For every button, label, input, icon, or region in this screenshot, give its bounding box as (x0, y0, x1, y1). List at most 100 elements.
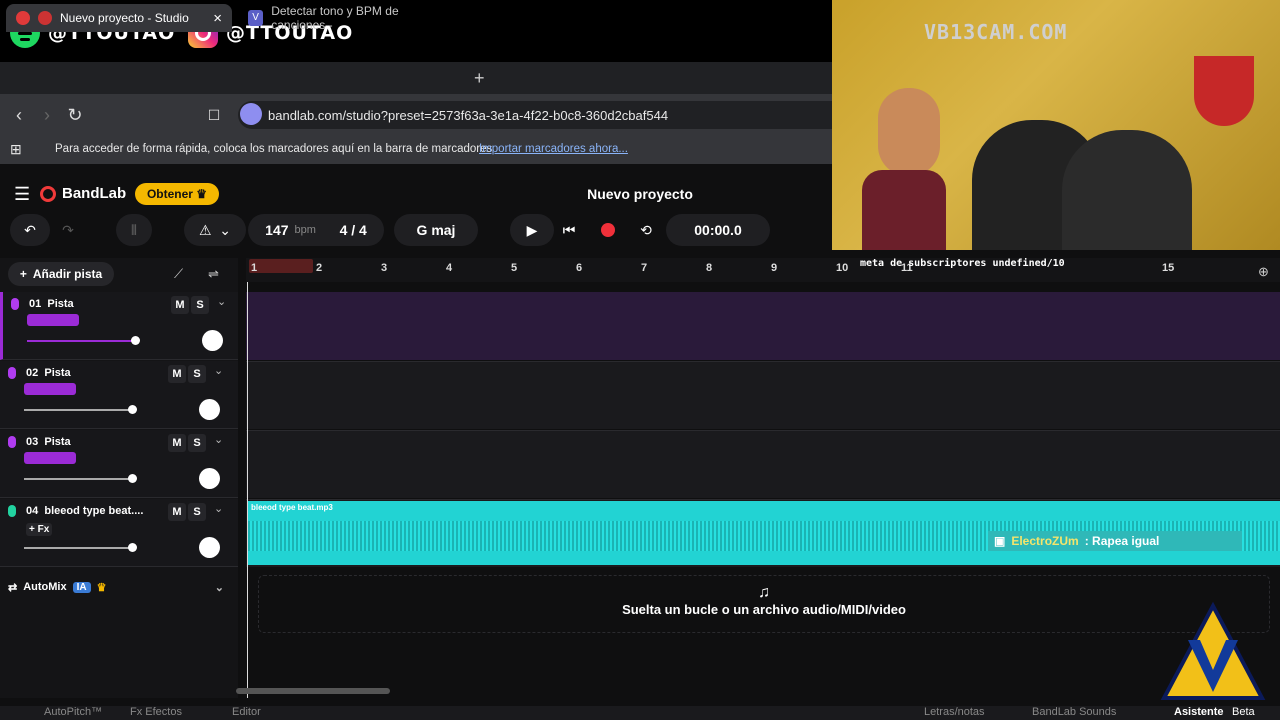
record-button[interactable] (592, 214, 624, 246)
bookmark-icon[interactable]: ☐ (203, 104, 225, 126)
import-bookmarks-link[interactable]: Importar marcadores ahora... (479, 143, 628, 155)
drop-zone[interactable]: ♫ Suelta un bucle o un archivo audio/MID… (258, 575, 1270, 633)
tab-label: Nuevo proyecto - Studio (60, 11, 189, 25)
solo-button[interactable]: S (188, 434, 206, 452)
add-track-button[interactable]: + Añadir pista (8, 262, 114, 286)
bar-number: 10 (836, 262, 849, 274)
fx-button[interactable]: + Fx (26, 523, 53, 536)
bar-number: 5 (511, 262, 518, 274)
mute-button[interactable]: M (168, 503, 186, 521)
track-name[interactable]: 02 Pista (26, 367, 71, 379)
bpm-value[interactable]: 147 (265, 222, 288, 238)
tuner-icon[interactable]: ⟋ (174, 266, 183, 282)
track-row[interactable]: 04 bleeod type beat.... + Fx M S ⌄ (0, 499, 238, 567)
track-lane[interactable] (246, 292, 1280, 360)
automix-row[interactable]: ⇄ AutoMix IA ♛ ⌄ (0, 574, 238, 600)
bar-number: 4 (446, 262, 453, 274)
volume-slider[interactable] (24, 409, 134, 411)
instrument-tag[interactable] (27, 314, 79, 326)
key-selector[interactable]: G maj (394, 214, 478, 246)
track-name-text: Pista (44, 367, 71, 379)
rewind-button[interactable]: ⏮ (554, 214, 584, 246)
effects-button[interactable]: Fx Efectos (130, 706, 182, 718)
tempo-timesig[interactable]: 147 bpm 4 / 4 (248, 214, 384, 246)
keyboard-icon[interactable]: ⦀ (116, 214, 152, 246)
audio-icon (8, 505, 16, 517)
pan-knob[interactable] (199, 468, 220, 489)
solo-button[interactable]: S (188, 503, 206, 521)
mic-icon (8, 436, 16, 448)
track-name[interactable]: 01 Pista (29, 298, 74, 310)
chevron-down-icon[interactable]: ⌄ (215, 581, 224, 594)
menu-icon[interactable]: ☰ (14, 184, 30, 205)
pan-knob[interactable] (199, 537, 220, 558)
chevron-down-icon[interactable]: ⌄ (217, 295, 226, 308)
lyrics-button[interactable]: Letras/notas (924, 706, 985, 718)
bookmark-hint: Para acceder de forma rápida, coloca los… (55, 143, 493, 155)
chevron-down-icon[interactable]: ⌄ (214, 502, 223, 515)
chat-message: ▣ ElectroZUm : Rapea igual (988, 531, 1242, 551)
volume-slider[interactable] (24, 478, 134, 480)
solo-button[interactable]: S (191, 296, 209, 314)
record-icon (601, 223, 615, 237)
back-icon[interactable]: ‹ (8, 104, 30, 126)
apps-grid-icon[interactable]: ⊞ (10, 141, 22, 158)
track-number: 01 (29, 298, 42, 310)
tab-detectar[interactable]: V Detectar tono y BPM de canciones - (238, 4, 464, 32)
volume-slider[interactable] (27, 340, 137, 342)
close-tab-icon[interactable]: × (213, 10, 222, 27)
reload-icon[interactable]: ↻ (64, 104, 86, 126)
chevron-down-icon[interactable]: ⌄ (214, 433, 223, 446)
mute-button[interactable]: M (168, 365, 186, 383)
url-field[interactable]: bandlab.com/studio?preset=2573f63a-3e1a-… (238, 101, 832, 129)
redo-button[interactable]: ↷ (50, 214, 86, 246)
chevron-down-icon[interactable]: ⌄ (214, 364, 223, 377)
url-text: bandlab.com/studio?preset=2573f63a-3e1a-… (268, 107, 669, 123)
loop-region[interactable] (249, 259, 313, 273)
person (1062, 130, 1192, 250)
track-row[interactable]: 03 Pista M S ⌄ (0, 430, 238, 498)
chat-icon: ▣ (994, 534, 1006, 548)
pan-knob[interactable] (202, 330, 223, 351)
volume-handle[interactable] (128, 543, 137, 552)
new-tab-button[interactable]: + (474, 68, 485, 89)
track-lane[interactable] (246, 430, 1280, 498)
time-signature[interactable]: 4 / 4 (340, 222, 367, 238)
instrument-tag[interactable] (24, 383, 76, 395)
settings-icon[interactable]: ⇌ (208, 266, 219, 282)
volume-slider[interactable] (24, 547, 134, 549)
forward-icon[interactable]: › (36, 104, 58, 126)
vocalremover-favicon-icon: V (248, 10, 264, 26)
bottom-toolbar: AutoPitch™ Fx Efectos Editor Letras/nota… (0, 706, 1280, 720)
bandlab-logo-icon (40, 185, 56, 202)
loop-button[interactable]: ⟲ (630, 214, 662, 246)
mute-button[interactable]: M (168, 434, 186, 452)
obtener-button[interactable]: Obtener ♛ (135, 183, 219, 205)
chat-user: ElectroZUm (1011, 534, 1079, 548)
track-row[interactable]: 01 Pista M S ⌄ (0, 292, 238, 360)
track-lane[interactable] (246, 361, 1280, 429)
solo-button[interactable]: S (188, 365, 206, 383)
metronome-button[interactable]: ⚠ ⌄ (184, 214, 246, 246)
track-row[interactable]: 02 Pista M S ⌄ (0, 361, 238, 429)
autopitch-button[interactable]: AutoPitch™ (44, 706, 102, 718)
bar-number: 2 (316, 262, 323, 274)
tab-studio[interactable]: Nuevo proyecto - Studio × (6, 4, 232, 32)
project-title[interactable]: Nuevo proyecto (540, 186, 740, 202)
horizontal-scrollbar[interactable] (236, 688, 390, 694)
instrument-tag[interactable] (24, 452, 76, 464)
volume-handle[interactable] (128, 474, 137, 483)
track-name[interactable]: 03 Pista (26, 436, 71, 448)
mute-button[interactable]: M (171, 296, 189, 314)
play-button[interactable]: ▶ (510, 214, 554, 246)
pan-knob[interactable] (199, 399, 220, 420)
volume-handle[interactable] (128, 405, 137, 414)
bandlab-sounds-button[interactable]: BandLab Sounds (1032, 706, 1116, 718)
site-info-icon[interactable] (240, 103, 262, 125)
editor-button[interactable]: Editor (232, 706, 261, 718)
assistant-button[interactable]: Asistente (1174, 706, 1224, 718)
undo-button[interactable]: ↶ (10, 214, 50, 246)
track-name[interactable]: 04 bleeod type beat.... (26, 505, 143, 517)
playhead[interactable] (247, 282, 248, 698)
volume-handle[interactable] (131, 336, 140, 345)
